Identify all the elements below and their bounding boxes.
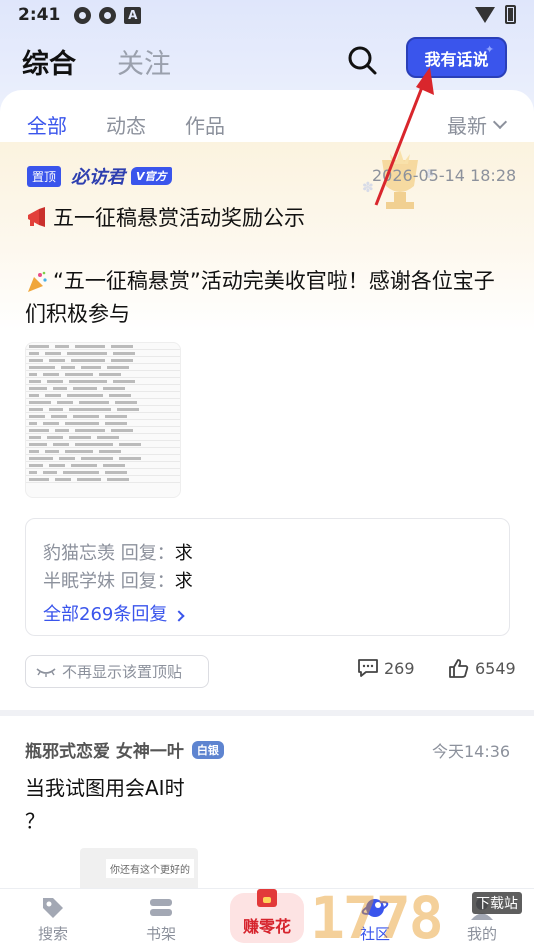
reply-preview-box[interactable]: 豹猫忘羡 回复：求 半眠学妹 回复：求 全部269条回复 bbox=[25, 518, 510, 636]
post-body: 当我试图用会AI时 ？ bbox=[25, 772, 185, 838]
like-button[interactable]: 6549 bbox=[448, 658, 516, 678]
subtabs: 全部 动态 作品 最新 bbox=[0, 110, 534, 140]
battery-icon bbox=[505, 5, 516, 24]
reply-user: 豹猫忘羡 回复： bbox=[43, 543, 175, 564]
post-author[interactable]: 必访君 bbox=[71, 163, 125, 189]
chevron-down-icon bbox=[492, 114, 508, 129]
post-title-text: 五一征稿悬赏活动奖励公示 bbox=[53, 206, 305, 230]
nav-mine-label: 我的 bbox=[466, 925, 497, 943]
feed-card: 全部 动态 作品 最新 ✽ ✽ 置顶 必访君 V官方 2026-05-14 18… bbox=[0, 90, 534, 710]
post-button-label: 我有话说 bbox=[424, 49, 489, 69]
community-planet-icon bbox=[361, 899, 389, 917]
sort-label: 最新 bbox=[447, 114, 487, 138]
subtab-all[interactable]: 全部 bbox=[27, 110, 67, 139]
nav-bookshelf-label: 书架 bbox=[145, 925, 176, 943]
subtab-works[interactable]: 作品 bbox=[185, 110, 225, 139]
all-replies-link[interactable]: 全部269条回复 bbox=[43, 600, 185, 626]
red-envelope-icon bbox=[257, 889, 277, 907]
nav-search-label: 搜索 bbox=[37, 925, 68, 943]
official-badge: V官方 bbox=[131, 167, 172, 185]
top-header: 综合 关注 我有话说 ✦ bbox=[0, 36, 534, 86]
tab-comprehensive[interactable]: 综合 bbox=[22, 42, 76, 81]
pinned-post-header: 置顶 必访君 V官方 bbox=[27, 164, 172, 188]
post-image-thumbnail[interactable] bbox=[25, 342, 181, 498]
post-body-line-2: ？ bbox=[25, 809, 45, 833]
hide-pinned-button[interactable]: 不再显示该置顶贴 bbox=[25, 655, 209, 688]
post-time: 2026-05-14 18:28 bbox=[372, 166, 517, 185]
reply-item: 豹猫忘羡 回复：求 bbox=[43, 539, 193, 565]
settings-status-icon-2 bbox=[99, 6, 117, 24]
post-body-line-1: “五一征稿悬赏”活动完美收官啦！感谢各位宝子 bbox=[53, 269, 495, 293]
post-author-row: 瓶邪式恋爱 女神一叶 白银 bbox=[25, 737, 224, 762]
nav-bookshelf[interactable]: 书架 bbox=[131, 895, 191, 944]
nav-mine[interactable]: 我的 bbox=[452, 895, 512, 944]
thumbs-up-icon bbox=[449, 659, 469, 678]
post-author[interactable]: 瓶邪式恋爱 女神一叶 bbox=[25, 737, 184, 762]
bottom-nav: 搜索 书架 赚零花 社区 我的 bbox=[0, 888, 534, 950]
hide-pinned-label: 不再显示该置顶贴 bbox=[62, 663, 183, 681]
sort-dropdown[interactable]: 最新 bbox=[447, 110, 508, 139]
reply-user: 半眠学妹 回复： bbox=[43, 571, 175, 592]
tag-search-icon bbox=[43, 898, 63, 918]
like-count: 6549 bbox=[475, 658, 516, 678]
post-body-line-2: 们积极参与 bbox=[25, 302, 130, 326]
sparkle-icon: ✦ bbox=[485, 43, 495, 56]
subtab-dynamics[interactable]: 动态 bbox=[106, 110, 146, 139]
comment-icon bbox=[358, 659, 378, 677]
nav-community[interactable]: 社区 bbox=[345, 895, 405, 944]
party-popper-icon bbox=[28, 271, 47, 292]
reply-text: 求 bbox=[174, 543, 193, 564]
reply-item: 半眠学妹 回复：求 bbox=[43, 567, 193, 593]
post-title[interactable]: 五一征稿悬赏活动奖励公示 bbox=[25, 202, 305, 232]
post-body-line-1: 当我试图用会AI时 bbox=[25, 776, 185, 800]
status-bar: 2:41 A bbox=[0, 0, 534, 30]
eye-closed-icon bbox=[36, 667, 56, 677]
settings-status-icon bbox=[74, 6, 92, 24]
post-button[interactable]: 我有话说 ✦ bbox=[406, 37, 507, 78]
feed-post-card[interactable]: 瓶邪式恋爱 女神一叶 白银 今天14:36 当我试图用会AI时 ？ 你还有这个更… bbox=[0, 716, 534, 892]
wifi-icon bbox=[475, 6, 495, 23]
comment-count: 269 bbox=[384, 658, 415, 678]
tab-following[interactable]: 关注 bbox=[117, 42, 171, 81]
megaphone-icon bbox=[28, 207, 45, 227]
status-right bbox=[475, 5, 516, 24]
pinned-badge: 置顶 bbox=[27, 165, 62, 187]
post-image-thumbnail[interactable]: 你还有这个更好的 bbox=[80, 848, 198, 892]
status-time: 2:41 bbox=[18, 5, 61, 25]
chevron-right-icon bbox=[173, 610, 185, 622]
thumbnail-caption: 你还有这个更好的 bbox=[106, 859, 194, 878]
bookshelf-icon bbox=[150, 899, 172, 916]
comment-button[interactable]: 269 bbox=[357, 658, 415, 678]
all-replies-label: 全部269条回复 bbox=[43, 604, 168, 625]
nav-community-label: 社区 bbox=[359, 925, 390, 943]
reply-text: 求 bbox=[174, 571, 193, 592]
earn-money-button[interactable]: 赚零花 bbox=[230, 889, 304, 943]
post-time: 今天14:36 bbox=[432, 742, 511, 761]
a-status-icon: A bbox=[124, 6, 142, 24]
user-icon bbox=[471, 898, 493, 920]
search-icon[interactable] bbox=[346, 44, 378, 76]
earn-label: 赚零花 bbox=[242, 917, 291, 936]
nav-search[interactable]: 搜索 bbox=[23, 895, 83, 944]
silver-badge: 白银 bbox=[191, 740, 224, 759]
post-body[interactable]: “五一征稿悬赏”活动完美收官啦！感谢各位宝子 们积极参与 bbox=[25, 265, 515, 331]
